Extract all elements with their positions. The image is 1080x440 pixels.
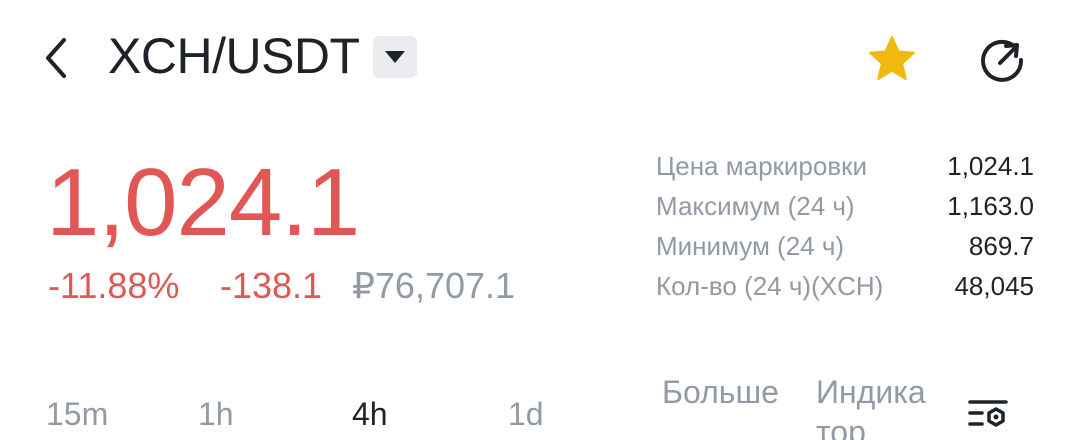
fiat-price: ₽76,707.1: [352, 265, 516, 306]
star-icon: [869, 36, 915, 80]
share-icon: [981, 39, 1024, 82]
pair-dropdown-button[interactable]: [373, 36, 417, 78]
market-stats: Цена маркировки 1,024.1 Максимум (24 ч) …: [656, 146, 1034, 306]
indicator-tab[interactable]: Индикатор: [816, 372, 936, 440]
stat-label: Минимум (24 ч): [656, 230, 845, 261]
chart-settings-button[interactable]: [966, 392, 1010, 436]
stat-24h-high: Максимум (24 ч) 1,163.0: [656, 186, 1034, 226]
stat-value: 1,163.0: [947, 190, 1034, 221]
price-change-absolute: -138.1: [220, 265, 323, 306]
pair-title[interactable]: XCH/USDT: [108, 26, 360, 86]
stat-label: Кол-во (24 ч)(XCH): [656, 270, 884, 301]
stat-label: Максимум (24 ч): [656, 190, 855, 221]
stat-label: Цена маркировки: [656, 150, 868, 181]
interval-tab-15m[interactable]: 15m: [46, 392, 108, 436]
stat-value: 1,024.1: [947, 150, 1034, 181]
interval-tab-1h[interactable]: 1h: [198, 392, 234, 436]
stat-value: 48,045: [954, 270, 1034, 301]
stat-value: 869.7: [968, 230, 1034, 261]
stat-24h-volume: Кол-во (24 ч)(XCH) 48,045: [656, 266, 1034, 306]
back-button[interactable]: [36, 34, 76, 82]
favorite-button[interactable]: [866, 32, 918, 84]
last-price: 1,024.1: [46, 149, 360, 256]
price-change-percent: -11.88%: [48, 265, 180, 306]
more-intervals-tab[interactable]: Больше: [662, 372, 782, 412]
stat-mark-price: Цена маркировки 1,024.1: [656, 146, 1034, 186]
caret-down-icon: [385, 51, 405, 63]
interval-tab-1d[interactable]: 1d: [508, 392, 544, 436]
share-button[interactable]: [974, 32, 1030, 88]
chevron-left-icon: [46, 38, 66, 78]
chart-settings-icon: [968, 400, 1008, 427]
interval-tab-4h[interactable]: 4h: [352, 392, 388, 436]
stat-24h-low: Минимум (24 ч) 869.7: [656, 226, 1034, 266]
trading-pair-screen: XCH/USDT 1,024.1 -11.88% -138.1 ₽76,707.…: [0, 0, 1080, 440]
